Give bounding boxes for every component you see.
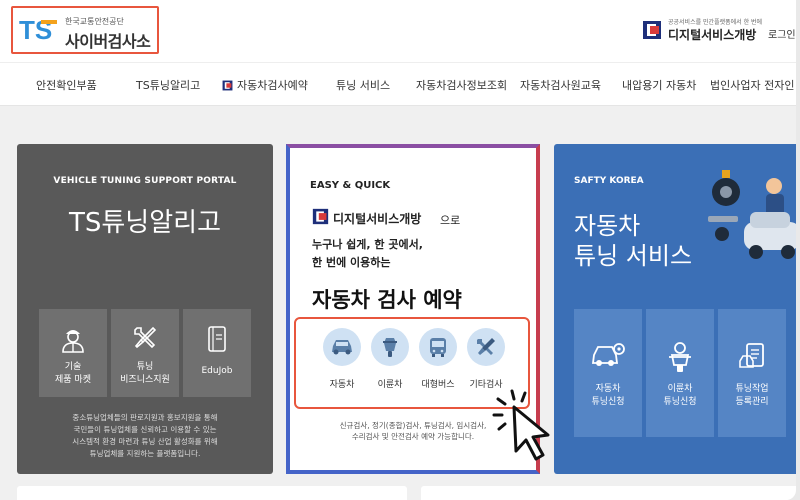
bus-inspection-button[interactable]: 대형버스 xyxy=(413,328,463,390)
nav-item-tuning-service[interactable]: 튜닝 서비스 xyxy=(336,77,390,93)
tuning-portal-title: TS튜닝알리고 xyxy=(69,208,221,238)
rider-icon xyxy=(669,342,691,372)
ts-logo-icon: TS xyxy=(19,16,57,44)
other-inspection-button[interactable]: 기타검사 xyxy=(461,328,511,390)
nav-item-pressure-vessel[interactable]: 내압용기 자동차 xyxy=(622,77,696,93)
car-tuning-apply-tile[interactable]: 자동차 튜닝신청 xyxy=(574,309,642,437)
mechanic-car-illustration-icon xyxy=(708,170,796,259)
motorcycle-tuning-apply-tile[interactable]: 이륜차 튜닝신청 xyxy=(646,309,714,437)
site-logo[interactable]: TS 한국교통안전공단 사이버검사소 xyxy=(11,6,159,54)
tuning-portal-description: 중소튜닝업체들의 판로지원과 홍보지원을 통해 국민들이 튜닝업체를 신뢰하고 … xyxy=(72,413,218,458)
reservation-tagline-1: 누구나 쉽게, 한 곳에서, xyxy=(312,238,423,251)
nav-item-corporate[interactable]: 법인사업자 전자인 xyxy=(710,77,794,93)
digital-service-logo-icon xyxy=(312,208,329,225)
motorcycle-icon xyxy=(383,338,397,357)
business-support-tile[interactable]: 튜닝 비즈니스지원 xyxy=(111,309,179,397)
easy-quick-label: EASY & QUICK xyxy=(310,180,391,191)
nav-item-inspection-info[interactable]: 자동차검사정보조회 xyxy=(416,77,507,93)
digital-service-name[interactable]: 디지털서비스개방 xyxy=(668,26,756,43)
wrench-screwdriver-icon xyxy=(134,326,157,349)
org-name: 사이버검사소 xyxy=(65,32,151,51)
main-nav: 안전확인부품 TS튜닝알리고 자동차검사예약 튜닝 서비스 자동차검사정보조회 … xyxy=(0,62,796,106)
reservation-headline: 자동차 검사 예약 xyxy=(312,288,462,312)
tools-icon xyxy=(477,338,495,355)
digital-service-logo-icon xyxy=(222,80,233,91)
org-name-small: 한국교통안전공단 xyxy=(65,17,124,26)
tuning-portal-subtitle: VEHICLE TUNING SUPPORT PORTAL xyxy=(53,176,237,186)
tuning-service-card[interactable]: SAFTY KOREA 자동차 튜닝 서비스 자동차 튜닝신청 이륜차 튜닝신청… xyxy=(554,144,796,474)
car-icon xyxy=(332,340,352,355)
page: TS 한국교통안전공단 사이버검사소 공공서비스를 민간플랫폼에서 한 번에 디… xyxy=(0,0,796,500)
car-gear-icon xyxy=(591,343,625,366)
reservation-tagline-2: 한 번에 이용하는 xyxy=(312,256,391,269)
edujob-tile[interactable]: EduJob xyxy=(183,309,251,397)
tuning-service-title-2: 튜닝 서비스 xyxy=(574,242,693,270)
mechanic-icon xyxy=(62,330,84,353)
safety-korea-label: SAFTY KOREA xyxy=(574,176,644,186)
digital-service-tagline: 공공서비스를 민간플랫폼에서 한 번에 xyxy=(668,19,763,26)
motorcycle-inspection-button[interactable]: 이륜차 xyxy=(365,328,415,390)
top-bar: TS 한국교통안전공단 사이버검사소 공공서비스를 민간플랫폼에서 한 번에 디… xyxy=(0,0,796,62)
digital-service-logo-icon xyxy=(643,21,661,39)
login-link[interactable]: 로그인 xyxy=(768,26,796,41)
bus-icon xyxy=(430,338,446,357)
nav-item-ts-tuning[interactable]: TS튜닝알리고 xyxy=(136,77,200,93)
click-cursor-icon xyxy=(492,389,550,461)
nav-item-inspection-reservation[interactable]: 자동차검사예약 xyxy=(222,77,308,93)
tuning-work-register-tile[interactable]: 튜닝작업 등록관리 xyxy=(718,309,786,437)
book-icon xyxy=(208,326,226,352)
nav-item-inspector-education[interactable]: 자동차검사원교육 xyxy=(520,77,601,93)
bottom-card-right xyxy=(421,486,796,500)
bottom-card-left xyxy=(17,486,407,500)
car-inspection-button[interactable]: 자동차 xyxy=(317,328,367,390)
document-icon xyxy=(739,343,764,368)
digital-service-brand: 디지털서비스개방 xyxy=(333,212,422,226)
brand-suffix: 으로 xyxy=(440,214,461,227)
tech-market-tile[interactable]: 기술 제품 마켓 xyxy=(39,309,107,397)
nav-item-safety-parts[interactable]: 안전확인부품 xyxy=(36,77,97,93)
tuning-portal-card[interactable]: VEHICLE TUNING SUPPORT PORTAL TS튜닝알리고 기술… xyxy=(17,144,273,474)
